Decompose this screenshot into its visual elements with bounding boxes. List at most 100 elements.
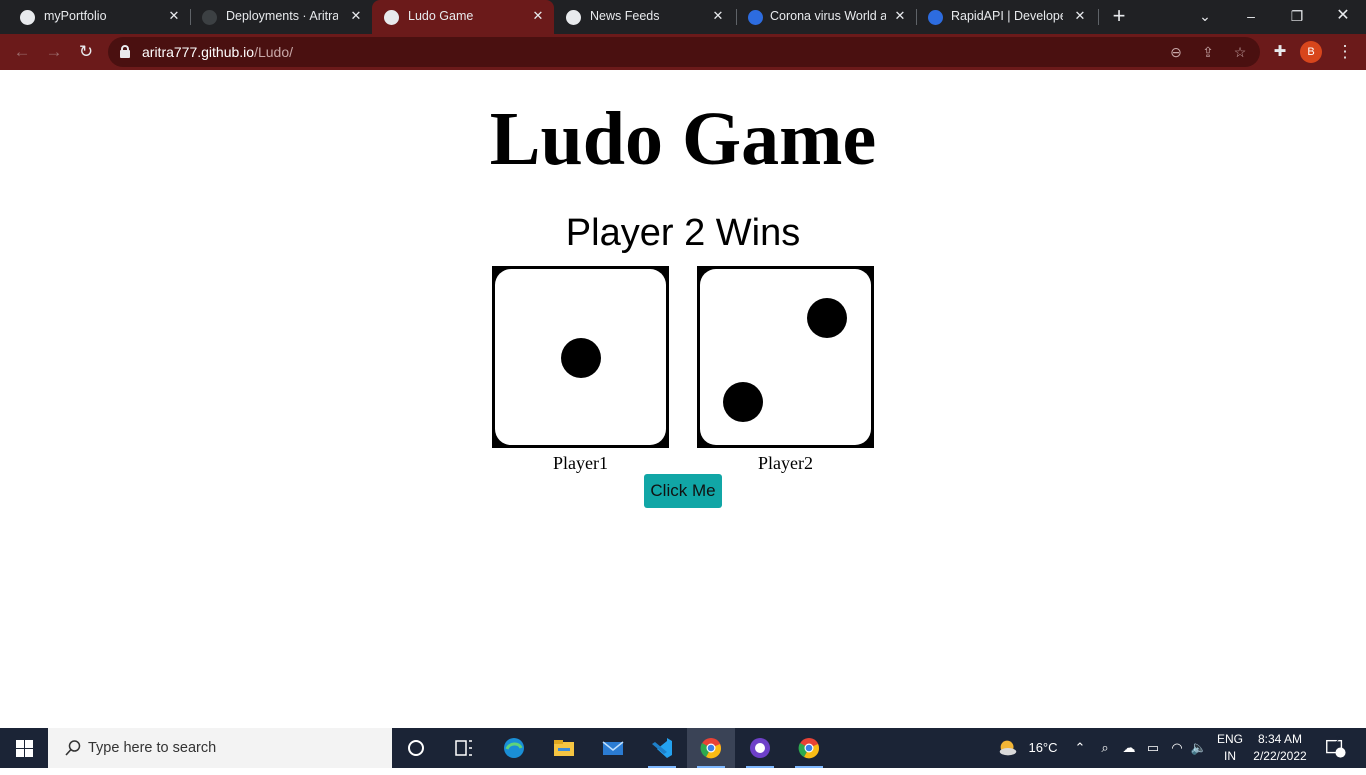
tab-separator (1098, 9, 1099, 25)
battery-icon[interactable]: ▭ (1142, 728, 1164, 768)
tab-myportfolio[interactable]: myPortfolio ✕ (8, 0, 188, 34)
bookmark-star-icon[interactable]: ☆ (1230, 42, 1250, 62)
chrome-icon (700, 738, 721, 759)
rapidapi-icon (928, 10, 943, 25)
task-view-button[interactable] (440, 728, 488, 768)
player1-die (492, 266, 669, 448)
extensions-icon[interactable]: ✚ (1268, 40, 1292, 64)
tab-title: myPortfolio (44, 9, 107, 23)
browser-toolbar: ← → ↻ aritra777.github.io/Ludo/ ⊖ ⇪ ☆ ✚ … (0, 34, 1366, 70)
github-icon (202, 10, 217, 25)
player2-label: Player2 (758, 453, 813, 473)
die-face (700, 269, 871, 445)
die-pip (807, 298, 847, 338)
weather-temperature[interactable]: 16°C (1024, 728, 1062, 768)
weather-icon[interactable] (996, 728, 1020, 768)
player2-die-group: Player2 (697, 266, 874, 474)
player1-die-group: Player1 (492, 266, 669, 474)
url-text: aritra777.github.io/Ludo/ (142, 44, 293, 60)
windows-logo-icon (16, 740, 24, 748)
notification-count: 2 (1335, 735, 1341, 746)
start-button[interactable] (0, 728, 48, 768)
tab-title: RapidAPI | Developer (951, 9, 1063, 23)
close-icon[interactable]: ✕ (892, 8, 908, 24)
tab-rapidapi[interactable]: RapidAPI | Developer ✕ (916, 0, 1096, 34)
lock-icon[interactable] (120, 45, 130, 58)
url-host: aritra777.github.io (142, 44, 255, 60)
cortana-icon (408, 740, 424, 756)
taskbar-chrome-active[interactable] (687, 728, 735, 768)
notification-center-icon[interactable]: 2 (1318, 728, 1352, 768)
menu-kebab-icon[interactable]: ⋮ (1333, 40, 1357, 64)
browser-tab-strip: myPortfolio ✕ Deployments · Aritra777 ✕ … (0, 0, 1366, 34)
back-button[interactable]: ← (10, 40, 34, 64)
task-view-icon (455, 740, 472, 756)
windows-taskbar: Type here to search 16°C ⌃ ⌕ ☁ ▭ ◠ 🔈 ENG… (0, 728, 1366, 768)
globe-icon (566, 10, 581, 25)
edge-icon (504, 738, 524, 758)
clock-date: 2/22/2022 (1253, 749, 1307, 763)
volume-icon[interactable]: 🔈 (1188, 728, 1210, 768)
web-page: Ludo Game Player 2 Wins Player1 Player2 … (0, 70, 1366, 728)
tab-corona-virus[interactable]: Corona virus World ar ✕ (736, 0, 916, 34)
globe-icon (20, 10, 35, 25)
tab-news-feeds[interactable]: News Feeds ✕ (554, 0, 734, 34)
tab-search-chevron-icon[interactable]: ⌄ (1182, 0, 1228, 34)
language-indicator[interactable]: ENG IN (1212, 731, 1248, 765)
share-icon[interactable]: ⇪ (1198, 42, 1218, 62)
address-bar[interactable]: aritra777.github.io/Ludo/ ⊖ ⇪ ☆ (108, 37, 1260, 67)
chrome-icon (798, 738, 819, 759)
close-icon[interactable]: ✕ (348, 8, 364, 24)
cortana-button[interactable] (392, 728, 440, 768)
clock-time: 8:34 AM (1257, 732, 1303, 746)
close-icon[interactable]: ✕ (1072, 8, 1088, 24)
taskbar-edge[interactable] (490, 728, 538, 768)
search-icon (65, 740, 81, 756)
onedrive-cloud-icon[interactable]: ☁ (1118, 728, 1140, 768)
new-tab-button[interactable]: + (1108, 5, 1130, 27)
tab-title: Deployments · Aritra777 (226, 9, 338, 23)
taskbar-vscode[interactable] (638, 728, 686, 768)
region-code: IN (1224, 749, 1236, 763)
result-text: Player 2 Wins (565, 212, 801, 254)
forward-button[interactable]: → (42, 40, 66, 64)
player2-die (697, 266, 874, 448)
page-title: Ludo Game (489, 97, 877, 181)
url-path: /Ludo/ (254, 44, 294, 60)
minimize-button[interactable]: – (1228, 0, 1274, 34)
close-icon[interactable]: ✕ (530, 8, 546, 24)
die-pip (561, 338, 601, 378)
taskbar-mail[interactable] (589, 728, 637, 768)
player1-label: Player1 (553, 453, 608, 473)
language-code: ENG (1216, 732, 1243, 746)
die-face (495, 269, 666, 445)
taskbar-search-box[interactable]: Type here to search (48, 728, 392, 768)
close-icon[interactable]: ✕ (710, 8, 726, 24)
restore-button[interactable]: ❐ (1274, 0, 1320, 34)
meet-now-icon[interactable]: ⌕ (1094, 728, 1116, 768)
show-hidden-icons-chevron-icon[interactable]: ⌃ (1070, 728, 1090, 768)
die-pip (723, 382, 763, 422)
tab-ludo-game[interactable]: Ludo Game ✕ (372, 0, 554, 34)
close-window-button[interactable]: ✕ (1320, 0, 1366, 34)
taskbar-github-desktop[interactable] (736, 728, 784, 768)
taskbar-chrome[interactable] (785, 728, 833, 768)
click-me-button[interactable]: Click Me (644, 474, 722, 508)
taskbar-file-explorer[interactable] (540, 728, 588, 768)
close-icon[interactable]: ✕ (166, 8, 182, 24)
profile-avatar[interactable]: B (1300, 41, 1322, 63)
globe-icon (384, 10, 399, 25)
rapidapi-icon (748, 10, 763, 25)
search-placeholder: Type here to search (88, 740, 217, 756)
github-desktop-icon (750, 738, 770, 758)
tab-title: News Feeds (590, 9, 660, 23)
tab-deployments[interactable]: Deployments · Aritra777 ✕ (190, 0, 370, 34)
clock[interactable]: 8:34 AM 2/22/2022 (1250, 731, 1310, 765)
folder-icon (554, 740, 574, 756)
tab-title: Ludo Game (408, 9, 474, 23)
wifi-icon[interactable]: ◠ (1166, 728, 1188, 768)
tab-title: Corona virus World ar (770, 9, 886, 23)
zoom-icon[interactable]: ⊖ (1166, 42, 1186, 62)
reload-button[interactable]: ↻ (74, 40, 98, 64)
mail-icon (602, 741, 624, 755)
